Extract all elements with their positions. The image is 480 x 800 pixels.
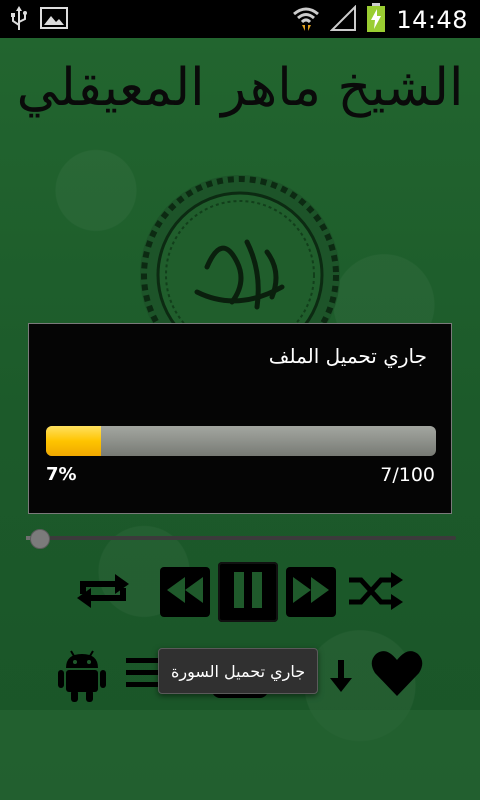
battery-charging-icon [366,3,386,37]
list-icon [126,658,162,698]
clock: 14:48 [396,6,468,34]
list-button[interactable] [126,652,162,694]
rewind-button[interactable] [160,567,210,617]
wifi-icon [292,4,320,36]
progress-count: 7/100 [380,464,435,486]
image-icon [40,6,68,36]
shuffle-icon [347,568,405,618]
repeat-icon [75,568,131,618]
shuffle-button[interactable] [347,568,405,618]
android-button[interactable] [58,648,106,702]
usb-icon [10,6,28,36]
heart-icon [370,651,424,704]
rewind-icon [165,575,205,609]
dialog-title: جاري تحميل الملف [268,344,427,368]
fast-forward-icon [291,575,331,609]
favorite-button[interactable] [370,648,424,700]
toast-message: جاري تحميل السورة [158,648,319,694]
repeat-button[interactable] [75,568,131,618]
bottom-panel [0,710,480,800]
progress-bar-fill [46,426,101,456]
progress-bar [46,426,436,456]
android-icon [58,650,106,706]
progress-percent: 7% [46,464,77,485]
download-button[interactable] [316,652,356,696]
download-icon [316,660,356,700]
fast-forward-button[interactable] [286,567,336,617]
seek-bar[interactable] [26,536,456,540]
pause-button[interactable] [218,562,278,622]
app-title: الشيخ ماهر المعيقلي [16,58,464,118]
download-progress-dialog: جاري تحميل الملف 7% 7/100 [28,323,452,514]
seek-thumb[interactable] [30,529,50,549]
status-bar: 14:48 [0,0,480,38]
signal-icon [329,4,357,35]
pause-icon [231,570,265,614]
